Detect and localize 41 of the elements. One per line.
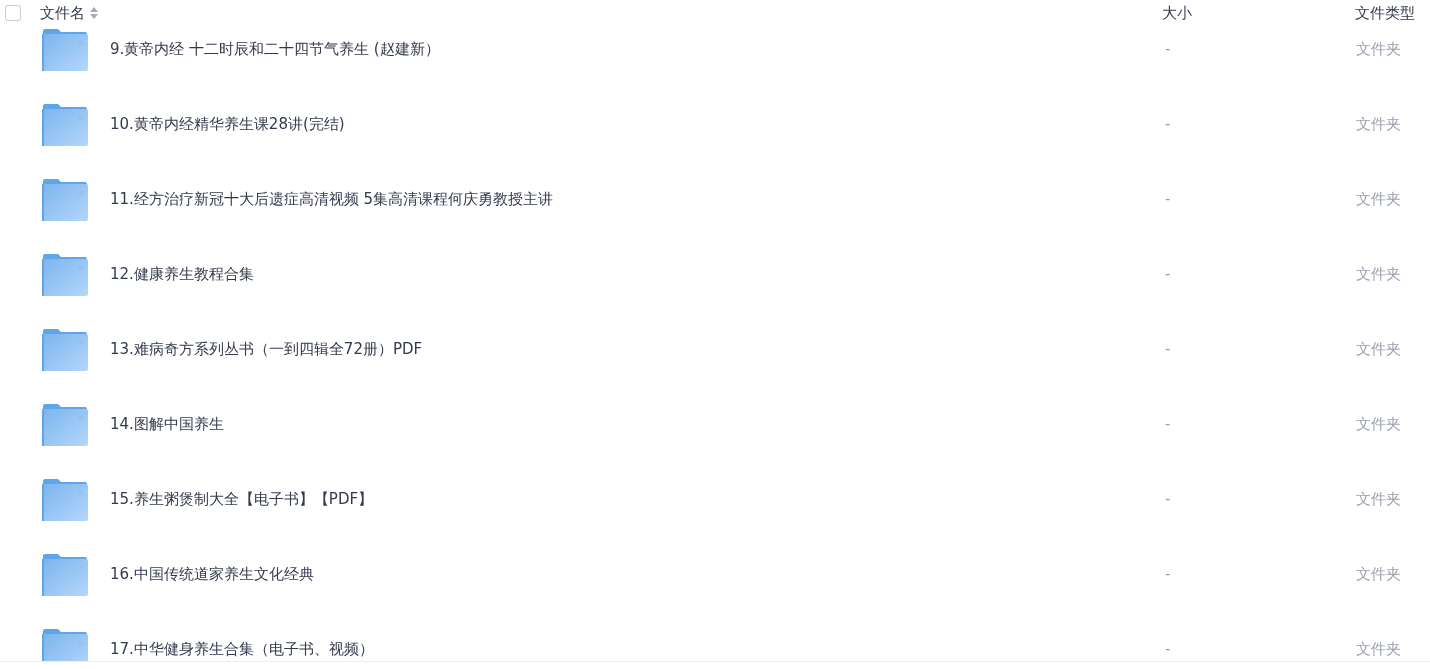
file-size: -: [1164, 415, 1171, 434]
file-name[interactable]: 13.难病奇方系列丛书（一到四辑全72册）PDF: [110, 338, 423, 361]
file-type: 文件夹: [1355, 490, 1401, 509]
sort-icon[interactable]: [90, 7, 98, 20]
file-type: 文件夹: [1355, 40, 1401, 59]
file-type: 文件夹: [1355, 415, 1401, 434]
file-name[interactable]: 10.黄帝内经精华养生课28讲(完结): [110, 113, 345, 136]
file-size: -: [1164, 115, 1171, 134]
column-header[interactable]: 文件类型: [1355, 3, 1415, 22]
folder-icon: [42, 628, 88, 661]
file-size: -: [1164, 340, 1171, 359]
file-name[interactable]: 12.健康养生教程合集: [110, 263, 254, 286]
file-name[interactable]: 17.中华健身养生合集（电子书、视频）: [110, 638, 374, 661]
folder-icon: [42, 328, 88, 371]
file-type: 文件夹: [1355, 340, 1401, 359]
file-name[interactable]: 15.养生粥煲制大全【电子书】【PDF】: [110, 488, 374, 511]
file-type: 文件夹: [1355, 640, 1401, 659]
file-name[interactable]: 16.中国传统道家养生文化经典: [110, 563, 314, 586]
file-type: 文件夹: [1355, 265, 1401, 284]
file-name[interactable]: 11.经方治疗新冠十大后遗症高清视频 5集高清课程何庆勇教授主讲: [110, 188, 554, 211]
column-header[interactable]: 文件名: [40, 1, 98, 25]
file-size: -: [1164, 190, 1171, 209]
file-name[interactable]: 9.黄帝内经 十二时辰和二十四节气养生 (赵建新）: [110, 38, 440, 61]
file-type: 文件夹: [1355, 190, 1401, 209]
file-size: -: [1164, 265, 1171, 284]
folder-icon: [42, 103, 88, 146]
file-type: 文件夹: [1355, 115, 1401, 134]
file-size: -: [1164, 640, 1171, 659]
file-size: -: [1164, 565, 1171, 584]
folder-icon: [42, 178, 88, 221]
file-size: -: [1164, 40, 1171, 59]
folder-icon: [42, 478, 88, 521]
column-header[interactable]: 大小: [1162, 3, 1192, 22]
folder-icon: [42, 403, 88, 446]
file-size: -: [1164, 490, 1171, 509]
file-name[interactable]: 14.图解中国养生: [110, 413, 224, 436]
folder-icon: [42, 28, 88, 71]
folder-icon: [42, 253, 88, 296]
select-all-checkbox[interactable]: [5, 5, 21, 21]
file-type: 文件夹: [1355, 565, 1401, 584]
folder-icon: [42, 553, 88, 596]
